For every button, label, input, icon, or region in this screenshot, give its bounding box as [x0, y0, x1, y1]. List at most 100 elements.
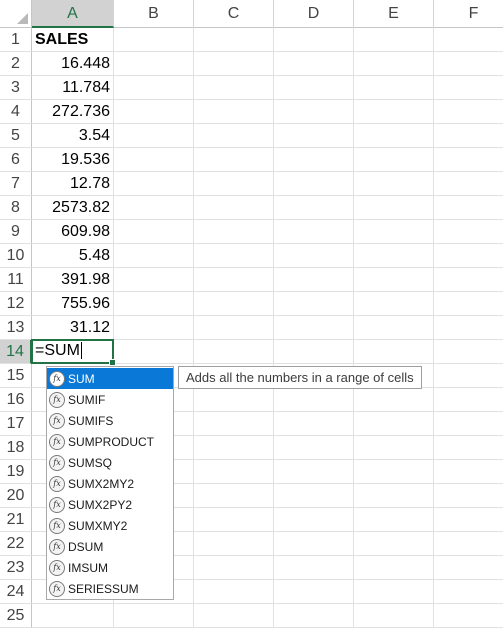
- column-header-e[interactable]: E: [354, 0, 434, 28]
- cell-c16[interactable]: [194, 388, 274, 412]
- cell-f7[interactable]: [434, 172, 503, 196]
- cell-c22[interactable]: [194, 532, 274, 556]
- column-header-b[interactable]: B: [114, 0, 194, 28]
- cell-d13[interactable]: [274, 316, 354, 340]
- cell-f8[interactable]: [434, 196, 503, 220]
- cell-e13[interactable]: [354, 316, 434, 340]
- cell-c19[interactable]: [194, 460, 274, 484]
- cell-d1[interactable]: [274, 28, 354, 52]
- cell-d7[interactable]: [274, 172, 354, 196]
- cell-a5[interactable]: 3.54: [32, 124, 114, 148]
- cell-c18[interactable]: [194, 436, 274, 460]
- row-header-24[interactable]: 24: [0, 580, 32, 604]
- cell-c8[interactable]: [194, 196, 274, 220]
- cell-f24[interactable]: [434, 580, 503, 604]
- cell-e21[interactable]: [354, 508, 434, 532]
- cell-d10[interactable]: [274, 244, 354, 268]
- cell-e2[interactable]: [354, 52, 434, 76]
- autocomplete-item-seriessum[interactable]: fx SERIESSUM: [47, 578, 173, 599]
- column-header-d[interactable]: D: [274, 0, 354, 28]
- cell-b9[interactable]: [114, 220, 194, 244]
- row-header-15[interactable]: 15: [0, 364, 32, 388]
- row-header-10[interactable]: 10: [0, 244, 32, 268]
- cell-e10[interactable]: [354, 244, 434, 268]
- cell-c25[interactable]: [194, 604, 274, 628]
- row-header-8[interactable]: 8: [0, 196, 32, 220]
- cell-e17[interactable]: [354, 412, 434, 436]
- cell-b1[interactable]: [114, 28, 194, 52]
- active-cell-a14[interactable]: =SUM: [31, 339, 116, 366]
- cell-b14[interactable]: [114, 340, 194, 364]
- cell-c13[interactable]: [194, 316, 274, 340]
- cell-f6[interactable]: [434, 148, 503, 172]
- cell-c7[interactable]: [194, 172, 274, 196]
- cell-a2[interactable]: 16.448: [32, 52, 114, 76]
- cell-c6[interactable]: [194, 148, 274, 172]
- cell-b3[interactable]: [114, 76, 194, 100]
- cell-e16[interactable]: [354, 388, 434, 412]
- autocomplete-item-imsum[interactable]: fx IMSUM: [47, 557, 173, 578]
- cell-d5[interactable]: [274, 124, 354, 148]
- row-header-14[interactable]: 14: [0, 340, 32, 364]
- cell-d20[interactable]: [274, 484, 354, 508]
- cell-b11[interactable]: [114, 268, 194, 292]
- cell-d14[interactable]: [274, 340, 354, 364]
- cell-b5[interactable]: [114, 124, 194, 148]
- cell-d8[interactable]: [274, 196, 354, 220]
- row-header-13[interactable]: 13: [0, 316, 32, 340]
- cell-e19[interactable]: [354, 460, 434, 484]
- cell-c9[interactable]: [194, 220, 274, 244]
- cell-a12[interactable]: 755.96: [32, 292, 114, 316]
- cell-b7[interactable]: [114, 172, 194, 196]
- cell-f2[interactable]: [434, 52, 503, 76]
- cell-f5[interactable]: [434, 124, 503, 148]
- cell-e14[interactable]: [354, 340, 434, 364]
- row-header-19[interactable]: 19: [0, 460, 32, 484]
- cell-f25[interactable]: [434, 604, 503, 628]
- autocomplete-item-sumproduct[interactable]: fx SUMPRODUCT: [47, 431, 173, 452]
- row-header-20[interactable]: 20: [0, 484, 32, 508]
- row-header-1[interactable]: 1: [0, 28, 32, 52]
- cell-a11[interactable]: 391.98: [32, 268, 114, 292]
- row-header-12[interactable]: 12: [0, 292, 32, 316]
- cell-b12[interactable]: [114, 292, 194, 316]
- cell-a1[interactable]: SALES: [32, 28, 114, 52]
- cell-f9[interactable]: [434, 220, 503, 244]
- cell-d16[interactable]: [274, 388, 354, 412]
- cell-a13[interactable]: 31.12: [32, 316, 114, 340]
- cell-d21[interactable]: [274, 508, 354, 532]
- cell-d12[interactable]: [274, 292, 354, 316]
- autocomplete-item-dsum[interactable]: fx DSUM: [47, 536, 173, 557]
- row-header-16[interactable]: 16: [0, 388, 32, 412]
- cell-c11[interactable]: [194, 268, 274, 292]
- cell-a25[interactable]: [32, 604, 114, 628]
- cell-d23[interactable]: [274, 556, 354, 580]
- cell-f4[interactable]: [434, 100, 503, 124]
- cell-b6[interactable]: [114, 148, 194, 172]
- cell-f18[interactable]: [434, 436, 503, 460]
- column-header-a[interactable]: A: [32, 0, 114, 28]
- cell-d3[interactable]: [274, 76, 354, 100]
- cell-e8[interactable]: [354, 196, 434, 220]
- cell-d19[interactable]: [274, 460, 354, 484]
- cell-b25[interactable]: [114, 604, 194, 628]
- row-header-7[interactable]: 7: [0, 172, 32, 196]
- cell-f22[interactable]: [434, 532, 503, 556]
- cell-b10[interactable]: [114, 244, 194, 268]
- cell-f16[interactable]: [434, 388, 503, 412]
- cell-a4[interactable]: 272.736: [32, 100, 114, 124]
- select-all-button[interactable]: [0, 0, 32, 28]
- row-header-22[interactable]: 22: [0, 532, 32, 556]
- row-header-25[interactable]: 25: [0, 604, 32, 628]
- autocomplete-item-sumx2py2[interactable]: fx SUMX2PY2: [47, 494, 173, 515]
- cell-f1[interactable]: [434, 28, 503, 52]
- cell-d24[interactable]: [274, 580, 354, 604]
- cell-a7[interactable]: 12.78: [32, 172, 114, 196]
- row-header-5[interactable]: 5: [0, 124, 32, 148]
- cell-d11[interactable]: [274, 268, 354, 292]
- cell-e18[interactable]: [354, 436, 434, 460]
- autocomplete-item-sumsq[interactable]: fx SUMSQ: [47, 452, 173, 473]
- cell-f3[interactable]: [434, 76, 503, 100]
- cell-f21[interactable]: [434, 508, 503, 532]
- cell-c3[interactable]: [194, 76, 274, 100]
